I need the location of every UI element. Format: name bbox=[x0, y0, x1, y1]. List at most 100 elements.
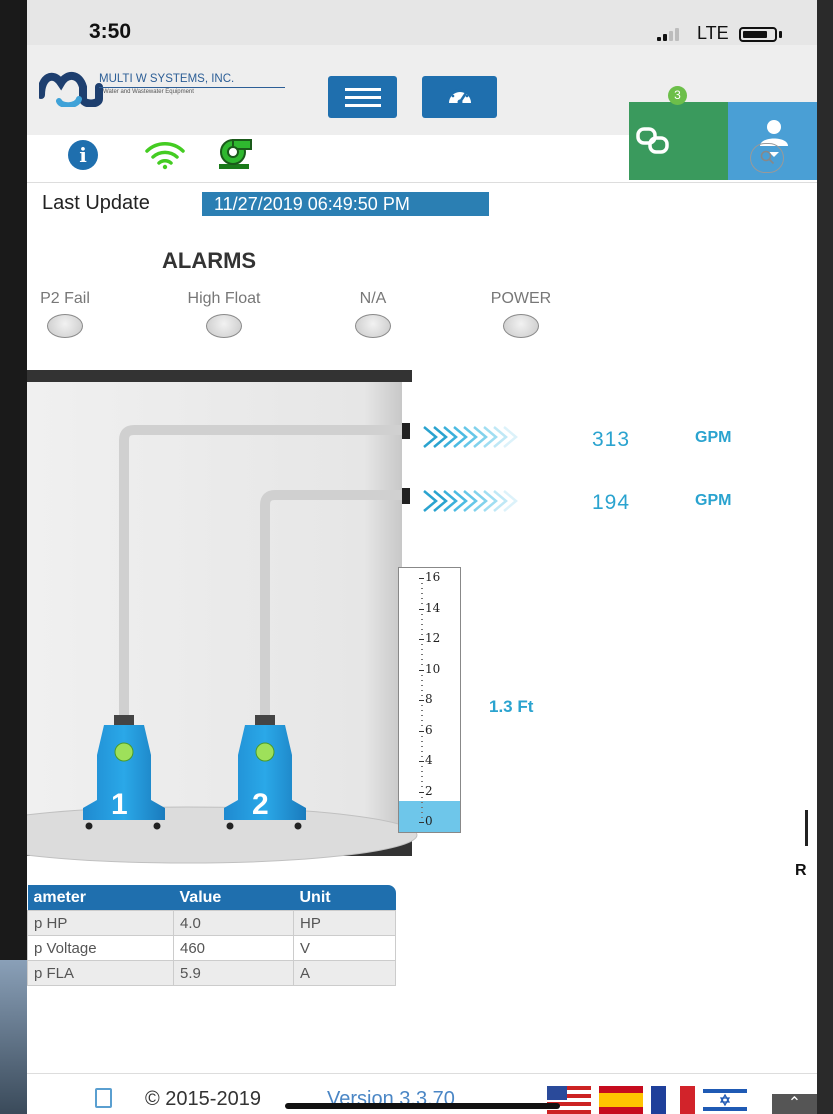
level-minor-tick bbox=[421, 750, 423, 752]
alarms-title: ALARMS bbox=[162, 248, 257, 273]
level-minor-tick bbox=[421, 588, 423, 590]
level-tick-label: 8 bbox=[425, 692, 433, 706]
us-flag-icon[interactable] bbox=[547, 1086, 591, 1114]
scroll-to-top-button[interactable]: ⌃ bbox=[772, 1094, 817, 1114]
background-edge bbox=[0, 960, 27, 1114]
level-minor-tick bbox=[421, 583, 423, 585]
flow-2-unit: GPM bbox=[695, 492, 732, 509]
level-tick-label: 4 bbox=[425, 753, 433, 767]
level-minor-tick bbox=[421, 644, 423, 646]
level-tick-label: 0 bbox=[425, 814, 433, 828]
copyright-text: © 2015-2019 bbox=[145, 1088, 261, 1110]
level-minor-tick bbox=[421, 694, 423, 696]
level-minor-tick bbox=[421, 674, 423, 676]
level-minor-tick bbox=[421, 613, 423, 615]
background-edge-right bbox=[817, 0, 833, 1114]
flow-2-value: 194 bbox=[592, 491, 631, 514]
link-icon bbox=[636, 127, 669, 154]
level-tick bbox=[419, 822, 424, 823]
alarm-high-float: High Float bbox=[159, 290, 289, 338]
chevron-up-icon: ⌃ bbox=[787, 1095, 802, 1112]
level-minor-tick bbox=[421, 786, 423, 788]
level-tick bbox=[419, 669, 424, 671]
level-minor-tick bbox=[421, 715, 423, 717]
level-tick bbox=[419, 608, 424, 610]
search-button[interactable] bbox=[750, 143, 784, 173]
level-tick-label: 14 bbox=[425, 600, 441, 615]
menu-button[interactable] bbox=[328, 76, 397, 118]
pump-status-icon[interactable] bbox=[217, 138, 253, 170]
level-minor-tick bbox=[421, 811, 423, 813]
level-minor-tick bbox=[421, 740, 423, 742]
pump-1-number: 1 bbox=[111, 788, 128, 821]
table-row: p Voltage 460 V bbox=[27, 935, 396, 961]
level-tick bbox=[419, 730, 424, 732]
network-type: LTE bbox=[697, 23, 729, 43]
document-icon[interactable] bbox=[95, 1088, 112, 1108]
alarm-indicator bbox=[503, 314, 539, 338]
home-indicator bbox=[285, 1103, 560, 1109]
level-minor-tick bbox=[421, 684, 423, 686]
level-minor-tick bbox=[421, 816, 423, 818]
dashboard-button[interactable] bbox=[422, 76, 497, 118]
level-minor-tick bbox=[421, 745, 423, 747]
speedometer-icon bbox=[449, 88, 471, 105]
level-minor-tick bbox=[421, 796, 423, 798]
level-tick-label: 10 bbox=[425, 661, 441, 676]
alarm-indicator bbox=[206, 314, 242, 338]
info-icon[interactable]: i bbox=[68, 140, 98, 170]
app-screen: 3:50 LTE MULTI W SYSTEMS, INC. Water and… bbox=[27, 0, 817, 1114]
level-minor-tick bbox=[421, 725, 423, 727]
company-logo-icon[interactable] bbox=[39, 65, 284, 107]
wifi-icon[interactable] bbox=[144, 140, 186, 170]
flow-arrows-1 bbox=[423, 426, 518, 448]
level-tick-label: 16 bbox=[425, 570, 441, 584]
level-minor-tick bbox=[421, 593, 423, 595]
level-tick bbox=[419, 791, 424, 793]
column-header-unit: Unit bbox=[293, 885, 396, 911]
parameter-table: ameter Value Unit p HP 4.0 HP p Voltage … bbox=[27, 885, 396, 986]
level-reading: 1.3 Ft bbox=[489, 697, 534, 716]
level-minor-tick bbox=[421, 659, 423, 661]
level-minor-tick bbox=[421, 710, 423, 712]
battery-icon bbox=[739, 27, 777, 42]
hamburger-icon bbox=[345, 88, 381, 91]
israel-flag-icon[interactable] bbox=[703, 1086, 747, 1114]
level-minor-tick bbox=[421, 720, 423, 722]
notification-badge: 3 bbox=[668, 86, 687, 105]
last-update-value: 11/27/2019 06:49:50 PM bbox=[202, 192, 489, 216]
level-tick-label: 2 bbox=[425, 783, 433, 798]
links-button[interactable] bbox=[629, 102, 728, 180]
level-minor-tick bbox=[421, 649, 423, 651]
level-minor-tick bbox=[421, 689, 423, 691]
france-flag-icon[interactable] bbox=[651, 1086, 695, 1114]
level-minor-tick bbox=[421, 801, 423, 803]
level-minor-tick bbox=[421, 598, 423, 600]
level-minor-tick bbox=[421, 603, 423, 605]
status-time: 3:50 bbox=[89, 20, 132, 43]
level-tick bbox=[419, 639, 424, 640]
alarm-na: N/A bbox=[343, 290, 403, 338]
level-minor-tick bbox=[421, 781, 423, 783]
level-tick bbox=[419, 578, 424, 579]
level-minor-tick bbox=[421, 623, 423, 625]
status-bar: 3:50 LTE bbox=[27, 0, 817, 45]
level-minor-tick bbox=[421, 806, 423, 808]
search-icon bbox=[760, 150, 775, 165]
pump-2-number: 2 bbox=[252, 788, 269, 821]
level-minor-tick bbox=[421, 771, 423, 773]
column-header-value: Value bbox=[173, 885, 294, 911]
flow-1-unit: GPM bbox=[695, 429, 732, 446]
alarm-indicator bbox=[47, 314, 83, 338]
table-header: ameter Value Unit bbox=[27, 885, 396, 911]
spain-flag-icon[interactable] bbox=[599, 1086, 643, 1114]
level-gauge: 16 14 12 10 8 6 4 2 0 bbox=[398, 567, 461, 833]
clipped-indicator bbox=[805, 810, 808, 846]
level-minor-tick bbox=[421, 679, 423, 681]
level-minor-tick bbox=[421, 705, 423, 707]
level-tick bbox=[419, 761, 424, 762]
flow-arrows-2 bbox=[423, 490, 518, 512]
level-minor-tick bbox=[421, 654, 423, 656]
level-minor-tick bbox=[421, 766, 423, 768]
clipped-label: R bbox=[795, 862, 807, 879]
